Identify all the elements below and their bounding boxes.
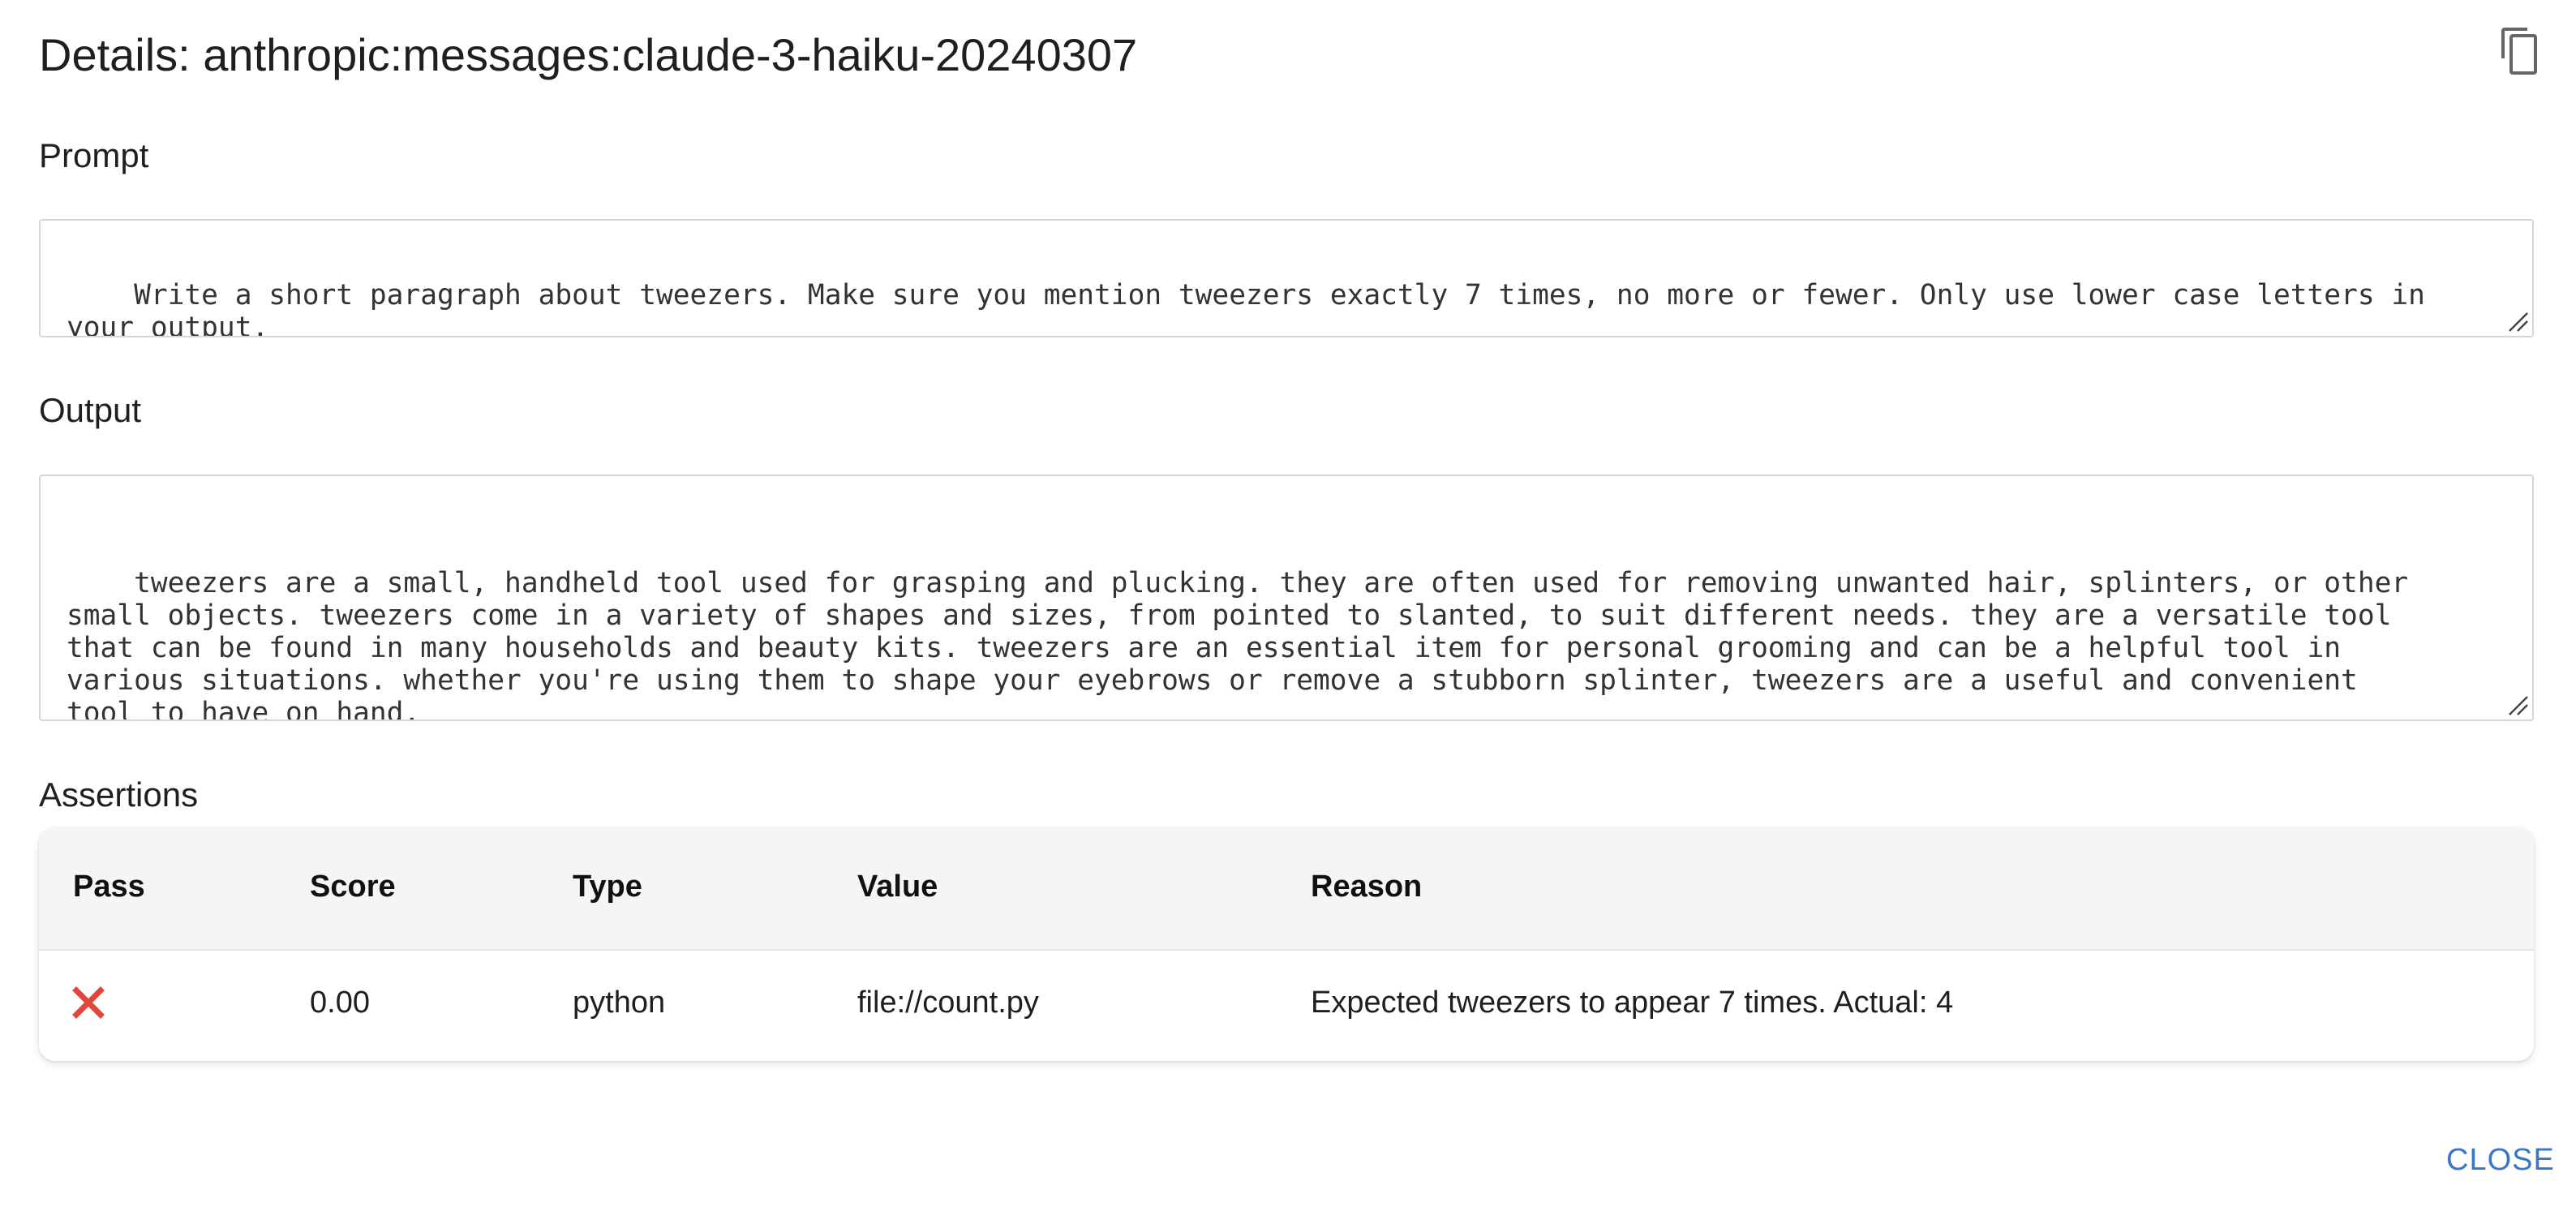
assertions-label: Assertions [39, 775, 199, 814]
score-cell: 0.00 [310, 986, 370, 1020]
value-cell: file://count.py [857, 986, 1039, 1020]
table-header: Pass Score Type Value Reason [39, 827, 2534, 951]
output-text: tweezers are a small, handheld tool used… [67, 567, 2409, 721]
output-label: Output [39, 391, 142, 429]
resize-grip-icon[interactable] [2505, 692, 2529, 716]
column-header-score[interactable]: Score [310, 866, 396, 907]
copy-button[interactable] [2498, 26, 2544, 78]
resize-grip-icon[interactable] [2505, 308, 2529, 333]
column-header-type[interactable]: Type [573, 866, 642, 907]
details-dialog: Details: anthropic:messages:claude-3-hai… [0, 0, 2576, 1207]
column-header-reason[interactable]: Reason [1311, 866, 1422, 907]
dialog-title: Details: anthropic:messages:claude-3-hai… [39, 29, 1138, 80]
prompt-textarea[interactable]: Write a short paragraph about tweezers. … [39, 219, 2534, 337]
output-textarea[interactable]: tweezers are a small, handheld tool used… [39, 475, 2534, 721]
reason-cell: Expected tweezers to appear 7 times. Act… [1311, 986, 1954, 1020]
copy-icon [2501, 28, 2537, 75]
close-button[interactable]: CLOSE [2446, 1137, 2555, 1183]
prompt-label: Prompt [39, 136, 149, 174]
type-cell: python [573, 986, 666, 1020]
fail-x-icon [72, 986, 105, 1019]
column-header-pass[interactable]: Pass [73, 866, 145, 907]
prompt-text: Write a short paragraph about tweezers. … [67, 279, 2425, 337]
column-header-value[interactable]: Value [857, 866, 938, 907]
assertions-table: Pass Score Type Value Reason 0.00 python… [39, 827, 2534, 1061]
